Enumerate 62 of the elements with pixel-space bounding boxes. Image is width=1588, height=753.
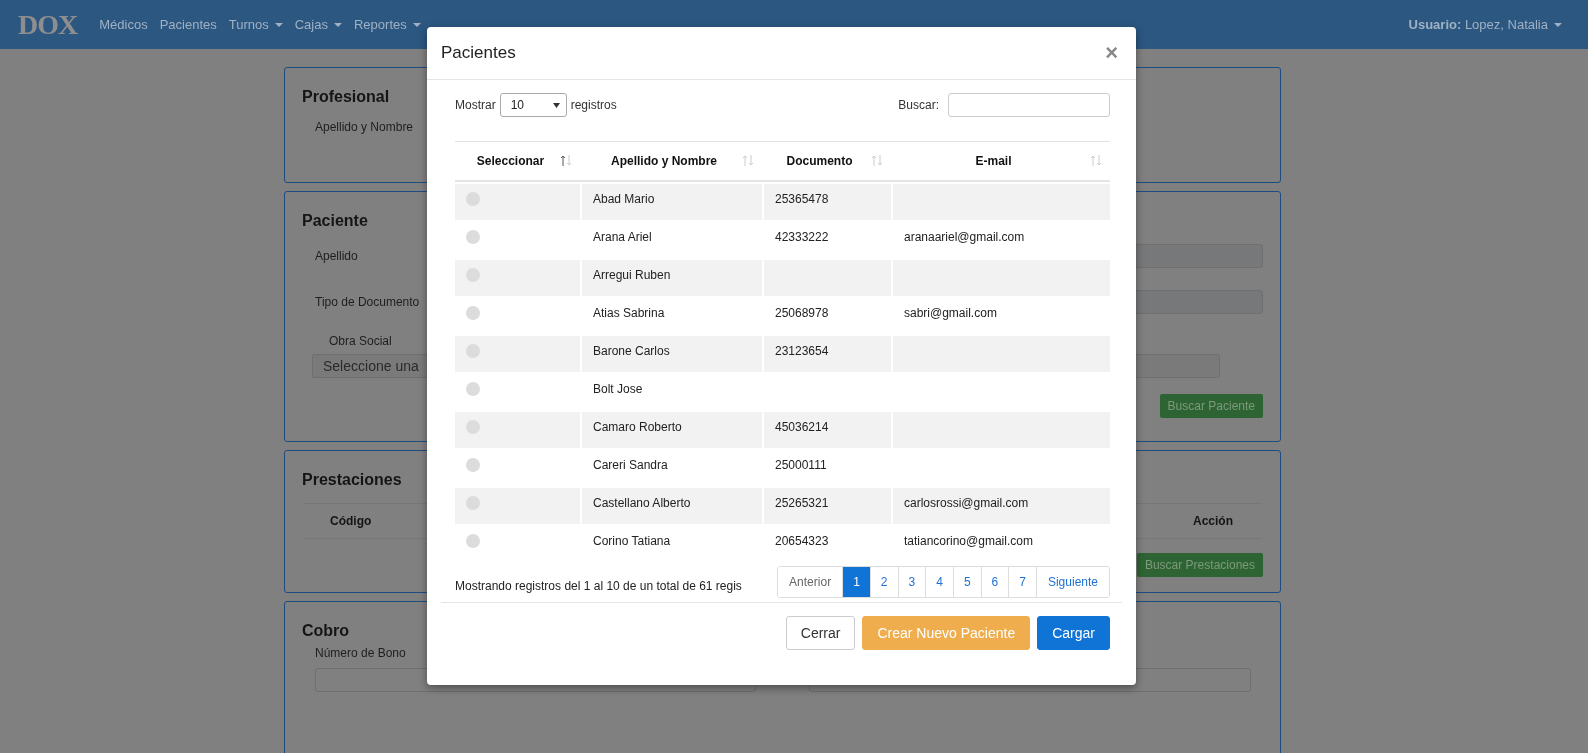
table-info: Mostrando registros del 1 al 10 de un total de 61 regis: [455, 578, 742, 593]
radio-button[interactable]: [466, 534, 480, 548]
column-header: Código: [330, 514, 372, 528]
table-cell: tatiancorino@gmail.com: [904, 534, 1033, 548]
table-cell: Camaro Roberto: [593, 420, 682, 434]
column-header[interactable]: Apellido y Nombre: [580, 141, 762, 182]
length-label: Mostrar: [455, 98, 496, 112]
table-cell: Abad Mario: [593, 192, 655, 206]
table-cell: Careri Sandra: [593, 458, 668, 472]
caret-icon: [552, 102, 560, 108]
card-title: Profesional: [302, 88, 390, 106]
card-title: Paciente: [302, 212, 368, 230]
table-cell: Castellano Alberto: [593, 496, 691, 510]
table-cell: Arregui Ruben: [593, 268, 671, 282]
radio-button[interactable]: [466, 306, 480, 320]
table-cell: Barone Carlos: [593, 344, 670, 358]
column-header[interactable]: E-mail: [891, 141, 1110, 182]
card-title: Cobro: [302, 622, 350, 640]
search-label: Buscar:: [898, 98, 939, 112]
column-header: Acción: [1193, 514, 1233, 528]
close-button[interactable]: ×: [1101, 40, 1122, 66]
table-cell: 42333222: [775, 230, 829, 244]
table-cell: 25365478: [775, 192, 829, 206]
field-label: Número de Bono: [314, 646, 407, 660]
modal-button[interactable]: Cargar: [1037, 616, 1110, 650]
length-suffix: registros: [570, 98, 617, 112]
nav-link[interactable]: Médicos: [99, 17, 148, 32]
nav-link[interactable]: Pacientes: [159, 17, 217, 32]
table-cell: 25068978: [775, 306, 829, 320]
table-cell: 25000111: [775, 458, 827, 472]
radio-button[interactable]: [466, 230, 480, 244]
logo: DOX: [18, 8, 78, 41]
length-select[interactable]: 10: [499, 93, 567, 117]
card-title: Prestaciones: [302, 471, 402, 489]
search-field[interactable]: [948, 93, 1110, 117]
radio-button[interactable]: [466, 382, 480, 396]
table-cell: carlosrossi@gmail.com: [904, 496, 1029, 510]
table-cell: Atias Sabrina: [593, 306, 665, 320]
table-cell: 45036214: [775, 420, 829, 434]
field-label: Obra Social: [328, 334, 393, 348]
column-header[interactable]: Documento: [762, 141, 891, 182]
modal-title: Pacientes: [441, 43, 516, 63]
table-cell: Corino Tatiana: [593, 534, 671, 548]
table-cell: 20654323: [775, 534, 829, 548]
field-label: Apellido: [314, 249, 358, 263]
user-menu[interactable]: Usuario: Lopez, Natalia: [1408, 17, 1562, 32]
field-label: Apellido y Nombre: [314, 120, 415, 134]
page-link[interactable]: 1: [842, 567, 870, 597]
nav-link[interactable]: Cajas: [294, 17, 342, 32]
table-cell: Arana Ariel: [593, 230, 652, 244]
column-header[interactable]: Seleccionar: [455, 141, 580, 182]
nav-link[interactable]: Reportes: [354, 17, 421, 32]
table-cell: 23123654: [775, 344, 829, 358]
table-cell: sabri@gmail.com: [904, 306, 997, 320]
pagination-link[interactable]: Siguiente: [1035, 567, 1109, 597]
table-cell: Bolt Jose: [593, 382, 643, 396]
table-cell: 25265321: [775, 496, 829, 510]
nav-link[interactable]: Turnos: [228, 17, 283, 32]
table-cell: aranaariel@gmail.com: [904, 230, 1025, 244]
modal-button[interactable]: Cerrar: [785, 616, 856, 650]
field-label: Tipo de Documento: [314, 295, 420, 309]
radio-button[interactable]: [466, 458, 480, 472]
